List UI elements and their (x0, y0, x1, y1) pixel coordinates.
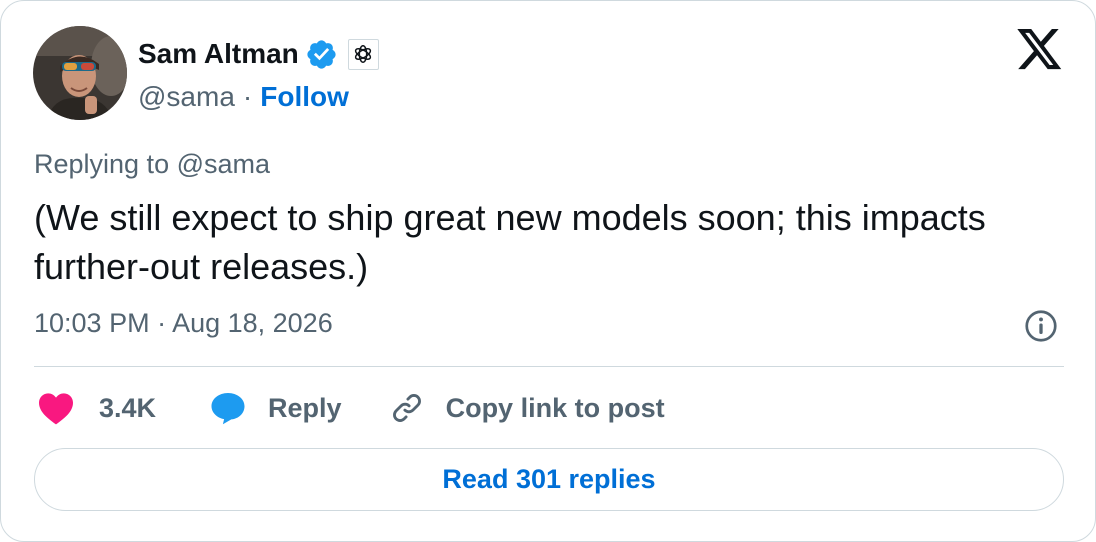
replying-to-handle[interactable]: @sama (177, 149, 270, 179)
action-bar: 3.4K Reply Copy link to post (37, 386, 665, 430)
like-count: 3.4K (99, 392, 157, 423)
author-name-row: Sam Altman (138, 34, 379, 74)
follow-button[interactable]: Follow (260, 81, 349, 113)
openai-logo-icon[interactable] (347, 38, 379, 70)
reply-button[interactable]: Reply (210, 391, 342, 425)
tweet-card: Sam Altman @sama · Follow Replying to @s… (0, 0, 1096, 542)
copy-link-label: Copy link to post (445, 392, 665, 423)
avatar[interactable] (33, 26, 127, 120)
like-button[interactable]: 3.4K (37, 391, 156, 425)
tweet-timestamp[interactable]: 10:03 PM · Aug 18, 2026 (34, 308, 333, 339)
read-replies-button[interactable]: Read 301 replies (34, 448, 1064, 511)
link-icon (392, 394, 421, 422)
author-handle-row: @sama · Follow (138, 79, 349, 115)
copy-link-button[interactable]: Copy link to post (390, 391, 665, 425)
reply-label: Reply (268, 392, 342, 423)
separator-dot: · (242, 81, 253, 112)
divider (34, 366, 1064, 367)
replying-to-prefix: Replying to (34, 149, 170, 179)
heart-icon (39, 393, 73, 425)
author-handle[interactable]: @sama (138, 81, 235, 113)
replying-to: Replying to @sama (34, 149, 270, 180)
verified-badge-icon (305, 38, 338, 71)
tweet-text: (We still expect to ship great new model… (34, 197, 986, 287)
x-logo-icon[interactable] (1017, 29, 1063, 71)
reply-bubble-icon (211, 393, 245, 425)
info-icon[interactable] (1023, 308, 1059, 344)
author-name[interactable]: Sam Altman (138, 38, 299, 70)
